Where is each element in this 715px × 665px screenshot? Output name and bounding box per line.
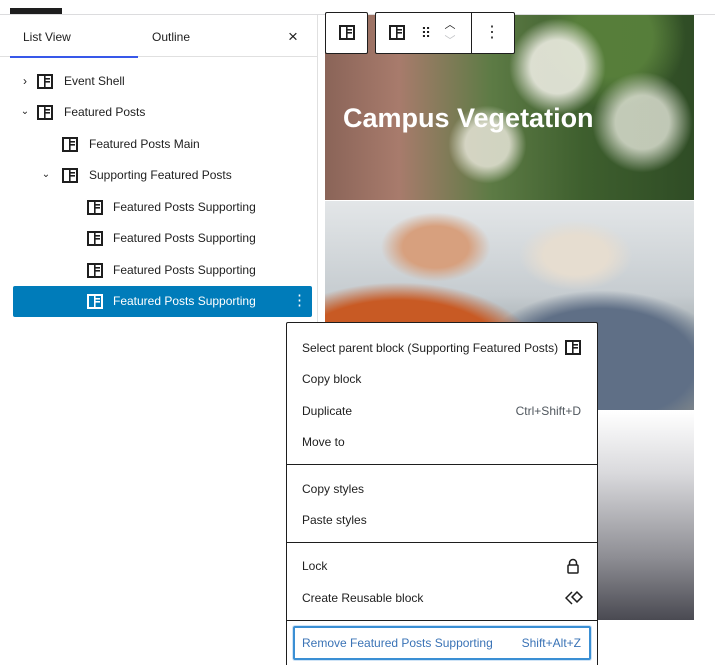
menu-item-label: Create Reusable block	[302, 591, 424, 605]
group-block-icon	[87, 200, 103, 215]
menu-item-select-parent[interactable]: Select parent block (Supporting Featured…	[295, 333, 589, 363]
tree-item-featured-posts-supporting-selected[interactable]: Featured Posts Supporting ⋮	[13, 286, 312, 317]
lock-icon	[565, 558, 583, 574]
group-block-icon	[62, 168, 78, 183]
reusable-block-icon	[565, 590, 583, 606]
list-view-panel: List View Outline × › Event Shell ⌄ Feat…	[0, 15, 318, 665]
menu-divider	[287, 464, 597, 465]
block-toolbar: ⠿ ︿ ﹀ ⋮	[375, 12, 515, 54]
menu-item-label: Copy block	[302, 372, 362, 386]
close-icon[interactable]: ×	[282, 26, 304, 48]
panel-tabs: List View Outline ×	[0, 15, 317, 58]
chevron-down-icon[interactable]: ⌄	[39, 168, 53, 182]
menu-item-label: Remove Featured Posts Supporting	[302, 636, 493, 650]
tree-item-featured-posts-supporting[interactable]: Featured Posts Supporting	[13, 255, 312, 286]
block-icon[interactable]	[339, 25, 355, 41]
tree-item-label: Featured Posts Supporting	[113, 200, 256, 214]
block-options-menu: Select parent block (Supporting Featured…	[286, 322, 598, 665]
menu-item-copy-block[interactable]: Copy block	[295, 364, 589, 394]
menu-item-move-to[interactable]: Move to	[295, 427, 589, 457]
more-options-icon[interactable]: ⋮	[484, 23, 500, 43]
menu-item-duplicate[interactable]: Duplicate Ctrl+Shift+D	[295, 396, 589, 426]
group-block-icon	[37, 74, 53, 89]
move-up-icon[interactable]: ︿	[443, 19, 457, 31]
tree-item-label: Featured Posts	[64, 105, 146, 119]
menu-item-label: Select parent block (Supporting Featured…	[302, 341, 559, 355]
block-toolbar-parent	[325, 12, 368, 54]
drag-handle-icon[interactable]: ⠿	[420, 23, 432, 43]
menu-item-create-reusable[interactable]: Create Reusable block	[295, 583, 589, 613]
tree-item-label: Featured Posts Main	[89, 137, 200, 151]
move-down-icon[interactable]: ﹀	[443, 35, 457, 47]
featured-post-title: Campus Vegetation	[343, 103, 594, 133]
group-block-icon	[37, 105, 53, 120]
group-block-icon	[62, 137, 78, 152]
more-options-icon[interactable]: ⋮	[292, 293, 307, 311]
tab-list-view[interactable]: List View	[10, 15, 138, 58]
tree-item-label: Supporting Featured Posts	[89, 168, 232, 182]
tree-item-featured-posts-supporting[interactable]: Featured Posts Supporting	[13, 192, 312, 223]
tree-item-featured-posts-main[interactable]: Featured Posts Main	[13, 129, 312, 160]
chevron-down-icon[interactable]: ⌄	[18, 105, 32, 119]
menu-item-label: Paste styles	[302, 513, 367, 527]
tree-item-featured-posts-supporting[interactable]: Featured Posts Supporting	[13, 223, 312, 254]
menu-item-paste-styles[interactable]: Paste styles	[295, 505, 589, 535]
menu-item-label: Lock	[302, 559, 328, 573]
tree-item-label: Featured Posts Supporting	[113, 294, 256, 308]
toolbar-divider	[471, 13, 472, 53]
menu-item-remove-block[interactable]: Remove Featured Posts Supporting Shift+A…	[293, 626, 591, 660]
shortcut-label: Ctrl+Shift+D	[515, 404, 581, 418]
tree-item-featured-posts[interactable]: ⌄ Featured Posts	[13, 97, 312, 128]
tree-item-supporting-featured-posts[interactable]: ⌄ Supporting Featured Posts	[13, 160, 312, 191]
group-block-icon	[87, 231, 103, 246]
group-block-icon	[87, 263, 103, 278]
chevron-right-icon[interactable]: ›	[18, 74, 32, 88]
menu-item-label: Copy styles	[302, 482, 365, 496]
tab-outline[interactable]: Outline	[150, 15, 240, 57]
tree-item-label: Featured Posts Supporting	[113, 231, 256, 245]
menu-item-copy-styles[interactable]: Copy styles	[295, 474, 589, 504]
menu-divider	[287, 620, 597, 621]
tree-item-event-shell[interactable]: › Event Shell	[13, 66, 312, 97]
tree-item-label: Featured Posts Supporting	[113, 263, 256, 277]
menu-divider	[287, 542, 597, 543]
menu-item-label: Move to	[302, 435, 345, 449]
block-icon	[565, 340, 583, 356]
group-block-icon	[87, 294, 103, 309]
menu-item-label: Duplicate	[302, 404, 353, 418]
parent-block-icon[interactable]	[389, 25, 405, 41]
tree-item-label: Event Shell	[64, 74, 125, 88]
menu-item-lock[interactable]: Lock	[295, 551, 589, 581]
shortcut-label: Shift+Alt+Z	[521, 636, 581, 650]
